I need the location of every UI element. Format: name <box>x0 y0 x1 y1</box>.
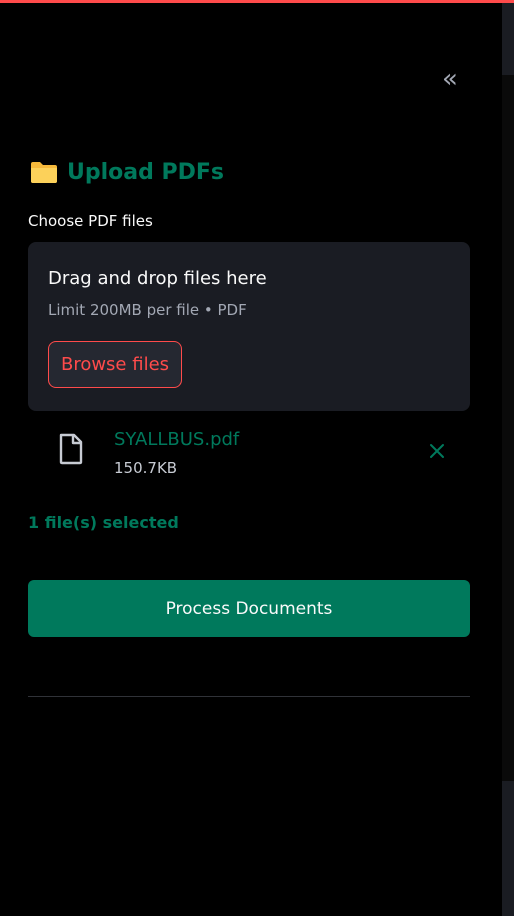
dropzone-limit-text: Limit 200MB per file • PDF <box>48 301 247 319</box>
divider <box>28 696 470 697</box>
uploaded-file-item: SYALLBUS.pdf 150.7KB <box>28 421 470 483</box>
file-dropzone[interactable]: Drag and drop files here Limit 200MB per… <box>28 242 470 411</box>
file-icon <box>59 433 83 465</box>
uploader-label: Choose PDF files <box>28 212 153 230</box>
main-area-edge <box>502 3 514 916</box>
collapse-sidebar-icon[interactable]: « <box>436 65 464 93</box>
selected-count-text: 1 file(s) selected <box>28 513 179 532</box>
process-documents-button[interactable]: Process Documents <box>28 580 470 637</box>
file-size: 150.7KB <box>114 459 178 477</box>
dropzone-title: Drag and drop files here <box>48 268 267 289</box>
sidebar: « Upload PDFs Choose PDF files Drag and … <box>0 3 502 916</box>
page-title: Upload PDFs <box>67 159 225 185</box>
sidebar-header: Upload PDFs <box>30 155 224 189</box>
file-name: SYALLBUS.pdf <box>114 429 240 450</box>
edge-segment-top <box>502 3 514 75</box>
browse-files-button[interactable]: Browse files <box>48 341 182 388</box>
edge-segment-bottom <box>502 781 514 916</box>
folder-icon <box>31 162 57 183</box>
close-icon[interactable] <box>426 440 448 462</box>
